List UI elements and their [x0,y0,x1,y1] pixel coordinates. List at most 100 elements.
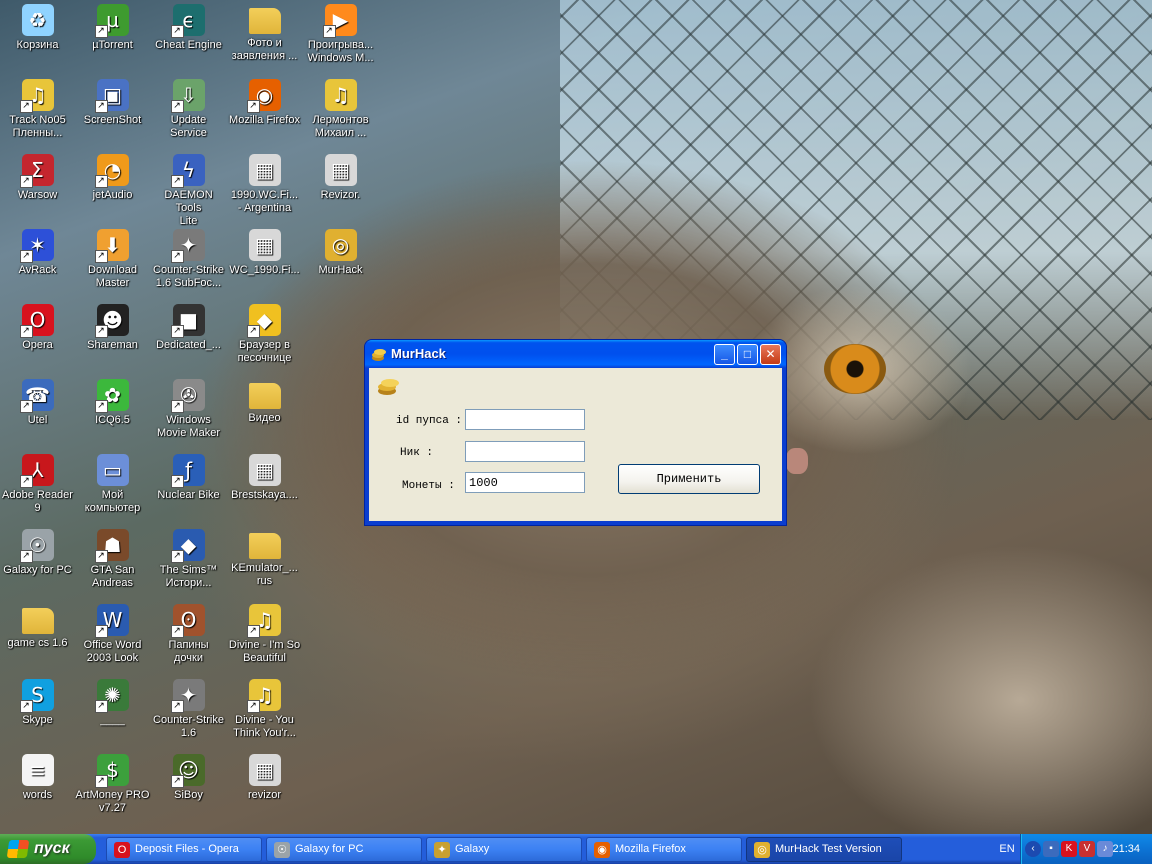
opera-icon: O [19,304,54,338]
coins-input[interactable] [465,472,585,493]
desktop-icon[interactable]: ♻ Корзина [0,4,75,52]
desktop-icon[interactable]: ✶AvRack [0,229,75,277]
desktop-icon[interactable]: Видео [227,379,302,425]
desktop-icon[interactable]: ⇩Update Service [151,79,226,140]
desktop-icon[interactable]: ☎Utel [0,379,75,427]
desktop-icon-label: Мой компьютер [84,489,141,514]
desktop-icon-label: Папины дочки [168,639,209,664]
desktop-icon[interactable]: ☺SiBoy [151,754,226,802]
taskbar-button[interactable]: ✦ Galaxy [426,837,582,862]
gta-icon: ☗ [94,529,129,563]
desktop-icon-label: ICQ6.5 [95,414,130,426]
desktop-icon[interactable]: OOpera [0,304,75,352]
desktop-icon-label: Counter-Strike 1.6 [153,714,224,739]
taskbar-button[interactable]: ◉ Mozilla Firefox [586,837,742,862]
antivirus-icon[interactable]: K [1061,841,1077,857]
start-button[interactable]: пуск [0,834,96,864]
nick-input[interactable] [465,441,585,462]
desktop-icon[interactable]: Фото и заявления ... [227,4,302,63]
desktop-icon[interactable]: ΣWarsow [0,154,75,202]
desktop-icon[interactable]: ▦ WC_1990.Fi... [227,229,302,277]
apply-button[interactable]: Применить [618,464,760,494]
desktop-icon[interactable]: ⅄Adobe Reader 9 [0,454,75,515]
utel-icon: ☎ [19,379,54,413]
desktop-icon-label: Skype [22,714,53,726]
desktop-icon[interactable]: ♫Divine - You Think You'r... [227,679,302,740]
desktop-icon[interactable]: game cs 1.6 [0,604,75,650]
desktop-icon[interactable]: ◉Mozilla Firefox [227,79,302,127]
desktop-icon[interactable]: ▦ Revizor. [303,154,378,202]
desktop-icon[interactable]: ʘПапины дочки [151,604,226,665]
desktop-icon[interactable]: ϵCheat Engine [151,4,226,52]
desktop-icon[interactable]: ◆The Sims™ Истори... [151,529,226,590]
coins-icon [378,379,399,395]
start-label: пуск [34,840,70,857]
desktop-icon[interactable]: ■Dedicated_... [151,304,226,352]
desktop-icon-label: MurHack [318,264,363,276]
maximize-button[interactable]: □ [737,344,758,365]
desktop-icon-label: µTorrent [92,39,133,51]
minimize-button[interactable]: _ [714,344,735,365]
desktop-icon[interactable]: ☉Galaxy for PC [0,529,75,577]
tray-v-icon[interactable]: V [1079,841,1095,857]
taskbar-button[interactable]: ◎ MurHack Test Version [746,837,902,862]
desktop-icon[interactable]: ▭ Мой компьютер [75,454,150,515]
window-titlebar[interactable]: MurHack _ □ ✕ [365,340,786,368]
avi-file-icon: ▦ [248,454,281,486]
taskbar-button[interactable]: ☉ Galaxy for PC [266,837,422,862]
desktop-icon[interactable]: ✦Counter-Strike 1.6 [151,679,226,740]
desktop-icon-label: revizor [247,789,281,801]
desktop-icon[interactable]: ϟDAEMON Tools Lite [151,154,226,228]
desktop-icon[interactable]: µµTorrent [75,4,150,52]
audio-cd-icon: ♫ [246,604,281,638]
desktop-icon[interactable]: ⬇Download Master [75,229,150,290]
desktop-icon[interactable]: ▣ScreenShot [75,79,150,127]
desktop-icon[interactable]: $ArtMoney PRO v7.27 [75,754,150,815]
desktop-icon[interactable]: ✇Windows Movie Maker [151,379,226,440]
language-indicator[interactable]: EN [996,834,1018,864]
id-input[interactable] [465,409,585,430]
close-button[interactable]: ✕ [760,344,781,365]
arrow-left-icon[interactable]: ‹ [1025,841,1041,857]
desktop-icon[interactable]: ♫Track No05 Пленны... [0,79,75,140]
download-master-icon: ⬇ [94,229,129,263]
desktop-icon[interactable]: ◔jetAudio [75,154,150,202]
taskbar-button[interactable]: O Deposit Files - Opera [106,837,262,862]
update-service-icon: ⇩ [170,79,205,113]
desktop-icon[interactable]: ƒNuclear Bike [151,454,226,502]
desktop-icon[interactable]: ✦Counter-Strike 1.6 SubFoc... [151,229,226,290]
taskbar: пуск O Deposit Files - Opera ☉ Galaxy for P… [0,834,1152,864]
desktop-icon-label: Counter-Strike 1.6 SubFoc... [153,264,224,289]
desktop-icon[interactable]: ♫Divine - I'm So Beautiful [227,604,302,665]
desktop-icon[interactable]: WOffice Word 2003 Look [75,604,150,665]
desktop-icon[interactable]: ≡ words [0,754,75,802]
sandbox-browser-icon: ◆ [246,304,281,338]
opera-icon: O [114,842,130,858]
desktop-icon-label: Galaxy for PC [3,564,72,576]
desktop-icon-label: Dedicated_... [156,339,221,351]
desktop-icon-label: jetAudio [92,189,133,201]
desktop-icon[interactable]: ☻Shareman [75,304,150,352]
desktop-icon[interactable]: ▶Проигрыва... Windows M... [303,4,378,65]
desktop-icon[interactable]: ✿ICQ6.5 [75,379,150,427]
windows-logo-icon [6,840,30,858]
avi-file-icon: ▦ [248,754,281,786]
desktop-icon[interactable]: ◎ MurHack [303,229,378,277]
desktop-icon-label: Warsow [17,189,58,201]
desktop-icon-label: Track No05 Пленны... [9,114,66,139]
desktop-icon[interactable]: ▦ 1990.WC.Fi... - Argentina [227,154,302,215]
desktop-icon[interactable]: SSkype [0,679,75,727]
desktop-icon[interactable]: ✺____ [75,679,150,727]
desktop-icon[interactable]: ♫ Лермонтов Михаил ... [303,79,378,140]
speaker-icon[interactable]: ♪ [1097,841,1113,857]
desktop-icon[interactable]: ◆Браузер в песочнице [227,304,302,365]
desktop-icon[interactable]: KEmulator_... rus [227,529,302,588]
desktop-icon[interactable]: ☗GTA San Andreas [75,529,150,590]
desktop-icon[interactable]: ▦ revizor [227,754,302,802]
desktop-icon-label: Divine - You Think You'r... [233,714,296,739]
desktop-icon-label: game cs 1.6 [7,637,68,649]
desktop-icon[interactable]: ▦ Brestskaya.... [227,454,302,502]
word-document-icon: W [94,604,129,638]
coins-icon: ◎ [324,229,357,261]
network-icon[interactable]: ▪ [1043,841,1059,857]
